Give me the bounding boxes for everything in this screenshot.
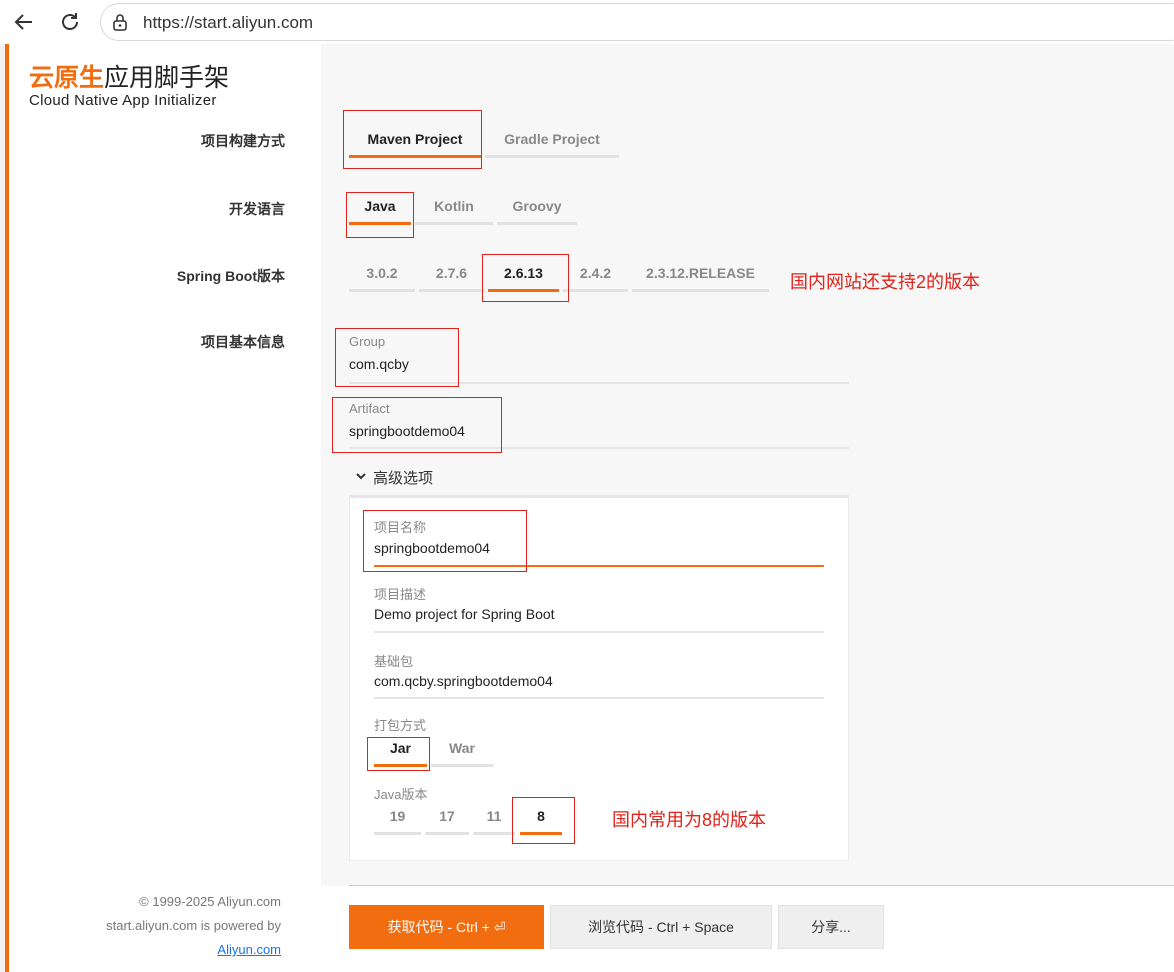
project-description-field[interactable]: 项目描述 Demo project for Spring Boot (374, 581, 824, 633)
tab-label: War (449, 739, 475, 756)
tab-boot-2613[interactable]: 2.6.13 (488, 256, 559, 292)
java-version-note: 国内常用为8的版本 (612, 810, 767, 830)
tab-label: 19 (389, 807, 406, 824)
share-button[interactable]: 分享... (778, 905, 884, 949)
artifact-field-value[interactable]: springbootdemo04 (349, 423, 465, 439)
project-name-field[interactable]: 项目名称 springbootdemo04 (374, 514, 824, 567)
advanced-options-toggle[interactable]: 高级选项 (355, 467, 433, 488)
tab-label: 17 (439, 807, 455, 824)
artifact-field[interactable]: Artifact springbootdemo04 (349, 397, 849, 449)
artifact-field-label: Artifact (349, 401, 390, 416)
tab-java[interactable]: Java (349, 189, 411, 225)
tab-groovy[interactable]: Groovy (497, 189, 577, 225)
group-field-value[interactable]: com.qcby (349, 356, 409, 372)
tab-label: Kotlin (434, 197, 474, 214)
tab-label: 2.3.12.RELEASE (646, 264, 755, 281)
tab-label: 8 (537, 807, 545, 824)
group-field[interactable]: Group com.qcby (349, 330, 849, 384)
tab-jar[interactable]: Jar (374, 731, 427, 767)
footer-aliyun-link[interactable]: Aliyun.com (9, 942, 281, 957)
tab-label: Groovy (512, 197, 562, 214)
logo[interactable]: 云原生应用脚手架 (29, 58, 229, 94)
lock-icon[interactable] (111, 13, 129, 31)
tab-boot-2312[interactable]: 2.3.12.RELEASE (632, 256, 769, 292)
footer-copyright: © 1999-2025 Aliyun.com (139, 894, 281, 909)
url-text[interactable]: https://start.aliyun.com (143, 13, 313, 33)
browser-toolbar: https://start.aliyun.com (0, 0, 1174, 44)
tab-java-11[interactable]: 11 (473, 799, 515, 835)
tab-label: 3.0.2 (366, 264, 398, 281)
reload-icon[interactable] (54, 6, 86, 38)
tab-maven-project[interactable]: Maven Project (349, 122, 481, 158)
logo-text: 应用脚手架 (104, 63, 230, 92)
project-name-label: 项目名称 (374, 520, 427, 535)
tab-label: 2.6.13 (504, 264, 543, 281)
chevron-down-icon (355, 469, 367, 486)
divider (349, 885, 1174, 886)
base-package-label: 基础包 (374, 654, 414, 669)
address-bar[interactable]: https://start.aliyun.com (100, 3, 1174, 41)
tab-label: 2.7.6 (435, 264, 468, 281)
tab-label: Gradle Project (504, 130, 600, 147)
logo-subtitle: Cloud Native App Initializer (29, 92, 217, 109)
tab-war[interactable]: War (431, 731, 493, 767)
tab-label: 2.4.2 (579, 264, 612, 281)
tab-kotlin[interactable]: Kotlin (415, 189, 493, 225)
logo-highlight: 云原生 (29, 63, 105, 92)
tab-java-19[interactable]: 19 (374, 799, 421, 835)
tab-boot-302[interactable]: 3.0.2 (349, 256, 415, 292)
tab-java-8[interactable]: 8 (520, 799, 562, 835)
browse-code-button[interactable]: 浏览代码 - Ctrl + Space (550, 905, 772, 949)
sidebar: 云原生应用脚手架 Cloud Native App Initializer (9, 44, 321, 972)
tab-boot-276[interactable]: 2.7.6 (419, 256, 484, 292)
project-description-value[interactable]: Demo project for Spring Boot (374, 606, 555, 622)
tab-label: Jar (389, 739, 412, 756)
group-field-label: Group (349, 334, 386, 349)
page: 云原生应用脚手架 Cloud Native App Initializer 项目… (0, 44, 1174, 972)
tab-java-17[interactable]: 17 (425, 799, 469, 835)
base-package-field[interactable]: 基础包 com.qcby.springbootdemo04 (374, 648, 824, 699)
advanced-options-label: 高级选项 (373, 470, 434, 487)
language-label: 开发语言 (229, 201, 285, 217)
back-arrow-icon[interactable] (8, 6, 40, 38)
footer-powered-by: start.aliyun.com is powered by (106, 918, 281, 933)
project-name-value[interactable]: springbootdemo04 (374, 540, 490, 556)
tab-gradle-project[interactable]: Gradle Project (485, 122, 619, 158)
tab-label: Maven Project (367, 130, 463, 147)
tab-label: Java (364, 197, 396, 214)
build-label: 项目构建方式 (201, 133, 285, 149)
tab-boot-242[interactable]: 2.4.2 (563, 256, 628, 292)
base-package-value[interactable]: com.qcby.springbootdemo04 (374, 673, 553, 689)
project-info-label: 项目基本信息 (201, 334, 285, 350)
tab-label: 11 (486, 807, 502, 824)
boot-version-note: 国内网站还支持2的版本 (790, 272, 981, 292)
project-description-label: 项目描述 (374, 587, 427, 602)
boot-version-label: Spring Boot版本 (176, 268, 285, 284)
get-code-button[interactable]: 获取代码 - Ctrl + ⏎ (349, 905, 544, 949)
